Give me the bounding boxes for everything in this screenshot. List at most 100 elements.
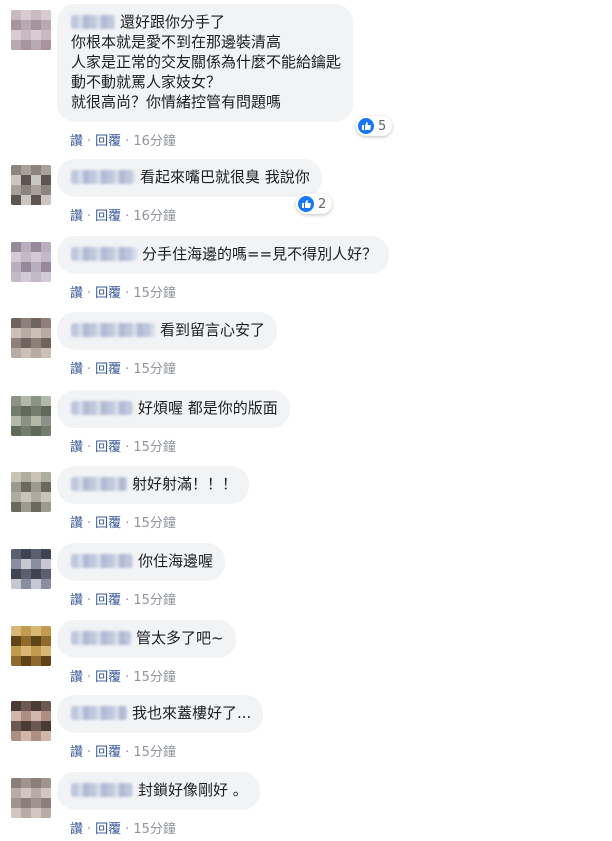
comment-timestamp[interactable]: 15分鐘 — [133, 440, 176, 455]
comment-timestamp[interactable]: 15分鐘 — [133, 822, 176, 837]
comment-timestamp[interactable]: 16分鐘 — [133, 134, 176, 149]
avatar[interactable] — [11, 396, 51, 436]
reply-link[interactable]: 回覆 — [95, 440, 121, 455]
comment-text: 就很高尚？你情緒控管有問題嗎 — [71, 93, 282, 111]
separator-dot: · — [87, 822, 92, 837]
commenter-name-blurred[interactable] — [71, 15, 115, 29]
comment-text-line: 封鎖好像剛好 。 — [71, 780, 248, 800]
like-link[interactable]: 讚 — [70, 670, 83, 685]
reply-link[interactable]: 回覆 — [95, 209, 121, 224]
comment-actions: 讚 · 回覆 · 16分鐘 — [70, 130, 176, 149]
like-link[interactable]: 讚 — [70, 745, 83, 760]
like-link[interactable]: 讚 — [70, 440, 83, 455]
comment-timestamp[interactable]: 15分鐘 — [133, 745, 176, 760]
commenter-name-blurred[interactable] — [71, 631, 131, 645]
like-link[interactable]: 讚 — [70, 593, 83, 608]
avatar[interactable] — [11, 165, 51, 205]
reply-link[interactable]: 回覆 — [95, 593, 121, 608]
avatar[interactable] — [11, 549, 51, 589]
commenter-name-blurred[interactable] — [71, 170, 135, 184]
comment-text: 射好射滿！！！ — [132, 475, 238, 493]
comment-bubble: 還好跟你分手了你根本就是愛不到在那邊裝清高人家是正常的交友關係為什麼不能給鑰匙動… — [57, 4, 354, 122]
comment-text: 人家是正常的交友關係為什麼不能給鑰匙 — [71, 53, 342, 71]
comment-bubble: 看到留言心安了 — [57, 312, 278, 350]
avatar[interactable] — [11, 626, 51, 666]
like-link[interactable]: 讚 — [70, 209, 83, 224]
comment-actions: 讚 · 回覆 · 15分鐘 — [70, 436, 176, 455]
separator-dot: · — [125, 745, 130, 760]
reply-link[interactable]: 回覆 — [95, 745, 121, 760]
avatar[interactable] — [11, 242, 51, 282]
like-link[interactable]: 讚 — [70, 362, 83, 377]
comment-bubble: 我也來蓋樓好了... — [57, 695, 264, 733]
comment-bubble: 分手住海邊的嗎==見不得別人好？ — [57, 236, 390, 274]
comment-text: 動不動就罵人家妓女？ — [71, 73, 222, 91]
separator-dot: · — [87, 286, 92, 301]
commenter-name-blurred[interactable] — [71, 554, 133, 568]
reply-link[interactable]: 回覆 — [95, 670, 121, 685]
separator-dot: · — [87, 593, 92, 608]
commenter-name-blurred[interactable] — [71, 477, 127, 491]
comment-actions: 讚 · 回覆 · 15分鐘 — [70, 741, 176, 760]
comment-text: 看起來嘴巴就很臭 我說你 — [140, 168, 310, 186]
separator-dot: · — [125, 516, 130, 531]
comment-bubble: 封鎖好像剛好 。 — [57, 772, 260, 810]
reaction-count: 5 — [378, 118, 387, 134]
comment-actions: 讚 · 回覆 · 15分鐘 — [70, 589, 176, 608]
comment-text-line: 看到留言心安了 — [71, 320, 265, 340]
comment-actions: 讚 · 回覆 · 15分鐘 — [70, 282, 176, 301]
comment-text-line: 動不動就罵人家妓女？ — [71, 72, 341, 92]
comment-text: 分手住海邊的嗎==見不得別人好？ — [142, 245, 378, 263]
separator-dot: · — [125, 286, 130, 301]
comment-timestamp[interactable]: 15分鐘 — [133, 286, 176, 301]
avatar[interactable] — [11, 10, 51, 50]
separator-dot: · — [125, 134, 130, 149]
avatar[interactable] — [11, 318, 51, 358]
separator-dot: · — [87, 209, 92, 224]
separator-dot: · — [125, 209, 130, 224]
comment-actions: 讚 · 回覆 · 15分鐘 — [70, 512, 176, 531]
commenter-name-blurred[interactable] — [71, 247, 137, 261]
like-link[interactable]: 讚 — [70, 516, 83, 531]
separator-dot: · — [87, 440, 92, 455]
like-link[interactable]: 讚 — [70, 822, 83, 837]
like-link[interactable]: 讚 — [70, 286, 83, 301]
avatar[interactable] — [11, 778, 51, 818]
reaction-count-badge[interactable]: 2 — [296, 194, 333, 214]
separator-dot: · — [125, 670, 130, 685]
comment-timestamp[interactable]: 15分鐘 — [133, 670, 176, 685]
comment-text: 封鎖好像剛好 。 — [138, 781, 248, 799]
reply-link[interactable]: 回覆 — [95, 286, 121, 301]
comment-text-line: 射好射滿！！！ — [71, 474, 237, 494]
comment-text-line: 好煩喔 都是你的版面 — [71, 398, 278, 418]
comment-text: 還好跟你分手了 — [120, 13, 226, 31]
avatar[interactable] — [11, 701, 51, 741]
comment-actions: 讚 · 回覆 · 15分鐘 — [70, 818, 176, 837]
comment-text: 你根本就是愛不到在那邊裝清高 — [71, 33, 282, 51]
commenter-name-blurred[interactable] — [71, 323, 155, 337]
comment-text: 看到留言心安了 — [160, 321, 266, 339]
separator-dot: · — [87, 362, 92, 377]
commenter-name-blurred[interactable] — [71, 706, 127, 720]
reply-link[interactable]: 回覆 — [95, 822, 121, 837]
comment-timestamp[interactable]: 15分鐘 — [133, 593, 176, 608]
comment-text-line: 你根本就是愛不到在那邊裝清高 — [71, 32, 341, 52]
reply-link[interactable]: 回覆 — [95, 134, 121, 149]
avatar[interactable] — [11, 472, 51, 512]
reply-link[interactable]: 回覆 — [95, 516, 121, 531]
separator-dot: · — [125, 362, 130, 377]
reply-link[interactable]: 回覆 — [95, 362, 121, 377]
comment-text: 我也來蓋樓好了... — [132, 704, 252, 722]
comment-bubble: 射好射滿！！！ — [57, 466, 250, 504]
comment-text: 管太多了吧~ — [136, 629, 224, 647]
commenter-name-blurred[interactable] — [71, 401, 133, 415]
comment-timestamp[interactable]: 16分鐘 — [133, 209, 176, 224]
comment-text-line: 就很高尚？你情緒控管有問題嗎 — [71, 92, 341, 112]
comment-timestamp[interactable]: 15分鐘 — [133, 362, 176, 377]
comment-text-line: 分手住海邊的嗎==見不得別人好？ — [71, 244, 377, 264]
comment-timestamp[interactable]: 15分鐘 — [133, 516, 176, 531]
separator-dot: · — [87, 516, 92, 531]
reaction-count-badge[interactable]: 5 — [356, 116, 393, 136]
like-link[interactable]: 讚 — [70, 134, 83, 149]
commenter-name-blurred[interactable] — [71, 783, 133, 797]
